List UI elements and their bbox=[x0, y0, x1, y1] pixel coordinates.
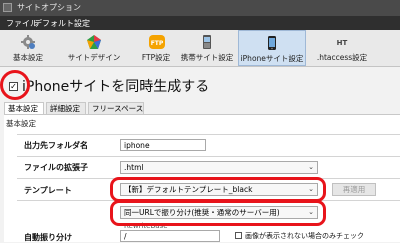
gear-icon bbox=[20, 34, 36, 50]
tab-basic-settings[interactable]: 基本設定 bbox=[4, 102, 44, 114]
toolbar-mobile-site-settings-label: 携帯サイト設定 bbox=[180, 53, 234, 62]
window-title: サイトオプション bbox=[17, 3, 81, 12]
app-icon bbox=[3, 3, 12, 12]
template-label: テンプレート bbox=[24, 186, 72, 195]
menu-bar: ファイル デフォルト設定 bbox=[0, 16, 400, 30]
palette-icon bbox=[86, 34, 102, 50]
title-bar: サイトオプション bbox=[0, 0, 400, 16]
auto-split-label: 自動振り分け bbox=[24, 233, 72, 242]
reapply-button[interactable]: 再適用 bbox=[332, 183, 376, 196]
ht-icon-text: HT bbox=[337, 39, 348, 47]
image-check-label: 画像が表示されない場合のみチェック bbox=[245, 232, 364, 240]
extension-select[interactable]: .html ⌄ bbox=[120, 161, 318, 174]
menu-item-default-settings[interactable]: デフォルト設定 bbox=[34, 18, 90, 29]
toolbar-site-design-button[interactable]: サイトデザイン bbox=[60, 30, 128, 66]
toolbar-iphone-site-settings-label: iPhoneサイト設定 bbox=[240, 54, 304, 63]
rewrite-base-input[interactable]: / bbox=[120, 230, 220, 242]
ftp-icon-text: FTP bbox=[151, 40, 164, 47]
section-heading: iPhoneサイトを同時生成する bbox=[22, 79, 210, 95]
toolbar-site-design-label: サイトデザイン bbox=[67, 53, 121, 62]
toolbar-basic-settings-label: 基本設定 bbox=[13, 53, 43, 62]
tab-free-space[interactable]: フリースペース bbox=[88, 102, 144, 114]
ht-icon: HT bbox=[334, 34, 350, 50]
toolbar: 基本設定 サイトデザイン FTP FTP設定 携帯サイト設定 iPhoneサイト… bbox=[0, 30, 400, 67]
ftp-icon: FTP bbox=[148, 34, 165, 50]
mobile-phone-icon bbox=[199, 34, 215, 50]
extension-value: .html bbox=[124, 163, 144, 172]
highlight-template-box bbox=[110, 177, 326, 202]
extension-label: ファイルの拡張子 bbox=[24, 163, 88, 172]
tab-detail-settings[interactable]: 詳細設定 bbox=[46, 102, 86, 114]
toolbar-ftp-settings-label: FTP設定 bbox=[141, 53, 171, 62]
toolbar-mobile-site-settings-button[interactable]: 携帯サイト設定 bbox=[176, 30, 238, 66]
highlight-auto-split-box bbox=[110, 200, 326, 226]
chevron-down-icon: ⌄ bbox=[308, 163, 314, 171]
toolbar-ftp-settings-button[interactable]: FTP FTP設定 bbox=[134, 30, 178, 66]
toolbar-htaccess-settings-button[interactable]: HT .htaccess設定 bbox=[312, 30, 372, 66]
toolbar-htaccess-settings-label: .htaccess設定 bbox=[316, 53, 368, 62]
iphone-icon bbox=[264, 35, 280, 51]
highlight-circle bbox=[0, 70, 30, 100]
output-folder-input[interactable]: iphone bbox=[120, 139, 206, 151]
toolbar-basic-settings-button[interactable]: 基本設定 bbox=[8, 30, 48, 66]
group-label: 基本設定 bbox=[6, 119, 36, 128]
output-folder-label: 出力先フォルダ名 bbox=[24, 141, 88, 150]
toolbar-iphone-site-settings-button[interactable]: iPhoneサイト設定 bbox=[238, 30, 306, 66]
tab-basic-settings-label: 基本設定 bbox=[8, 104, 38, 113]
tab-free-space-label: フリースペース bbox=[92, 104, 144, 113]
image-check-checkbox[interactable] bbox=[235, 232, 242, 239]
tab-detail-settings-label: 詳細設定 bbox=[50, 104, 80, 113]
